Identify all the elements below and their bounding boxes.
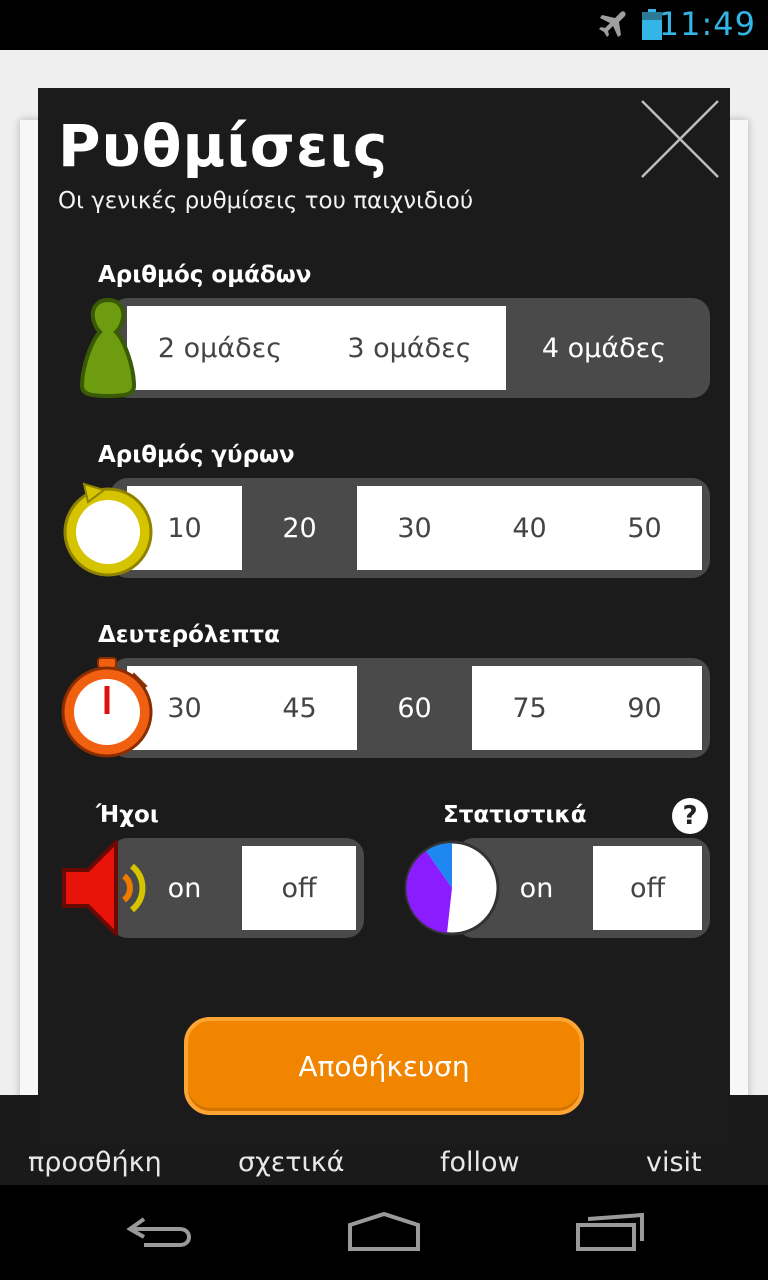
tab-follow[interactable]: follow: [440, 1147, 520, 1178]
rounds-option-30[interactable]: 30: [357, 486, 472, 570]
seconds-option-90[interactable]: 90: [587, 666, 702, 750]
pie-chart-icon: [404, 840, 500, 936]
close-icon[interactable]: [640, 99, 720, 179]
tab-about[interactable]: σχετικά: [238, 1147, 344, 1178]
teams-option-2[interactable]: 2 ομάδες: [127, 306, 313, 390]
tab-add[interactable]: προσθήκη: [28, 1147, 162, 1178]
dialog-title: Ρυθμίσεις: [58, 112, 389, 180]
stats-off-option[interactable]: off: [593, 846, 702, 930]
seconds-label: Δευτερόλεπτα: [98, 622, 280, 648]
navigation-bar: [0, 1185, 768, 1280]
pawn-icon: [79, 297, 137, 399]
seconds-option-60[interactable]: 60: [357, 666, 472, 750]
seconds-option-45[interactable]: 45: [242, 666, 357, 750]
home-icon[interactable]: [346, 1211, 422, 1253]
rounds-icon: [63, 482, 153, 577]
rounds-option-50[interactable]: 50: [587, 486, 702, 570]
help-icon[interactable]: ?: [672, 798, 708, 834]
airplane-icon: [599, 11, 626, 38]
rounds-option-40[interactable]: 40: [472, 486, 587, 570]
teams-option-4[interactable]: 4 ομάδες: [506, 306, 702, 390]
teams-option-3[interactable]: 3 ομάδες: [313, 306, 506, 390]
sounds-off-option[interactable]: off: [242, 846, 356, 930]
sounds-label: Ήχοι: [96, 802, 159, 828]
settings-dialog: [38, 88, 730, 1145]
stopwatch-icon: [61, 657, 153, 758]
dialog-subtitle: Οι γενικές ρυθμίσεις του παιχνιδιού: [58, 188, 474, 214]
teams-label: Αριθμός ομάδων: [98, 262, 312, 288]
back-icon[interactable]: [124, 1211, 196, 1251]
stats-label: Στατιστικά: [443, 802, 587, 828]
seconds-option-75[interactable]: 75: [472, 666, 587, 750]
speaker-icon: [62, 840, 146, 936]
rounds-label: Αριθμός γύρων: [98, 442, 295, 468]
clock: 11:49: [658, 5, 756, 43]
status-bar: 11:49: [0, 0, 768, 50]
rounds-option-20[interactable]: 20: [242, 486, 357, 570]
tab-visit[interactable]: visit: [646, 1147, 702, 1178]
save-button[interactable]: Αποθήκευση: [184, 1017, 584, 1115]
recent-apps-icon[interactable]: [574, 1211, 648, 1253]
